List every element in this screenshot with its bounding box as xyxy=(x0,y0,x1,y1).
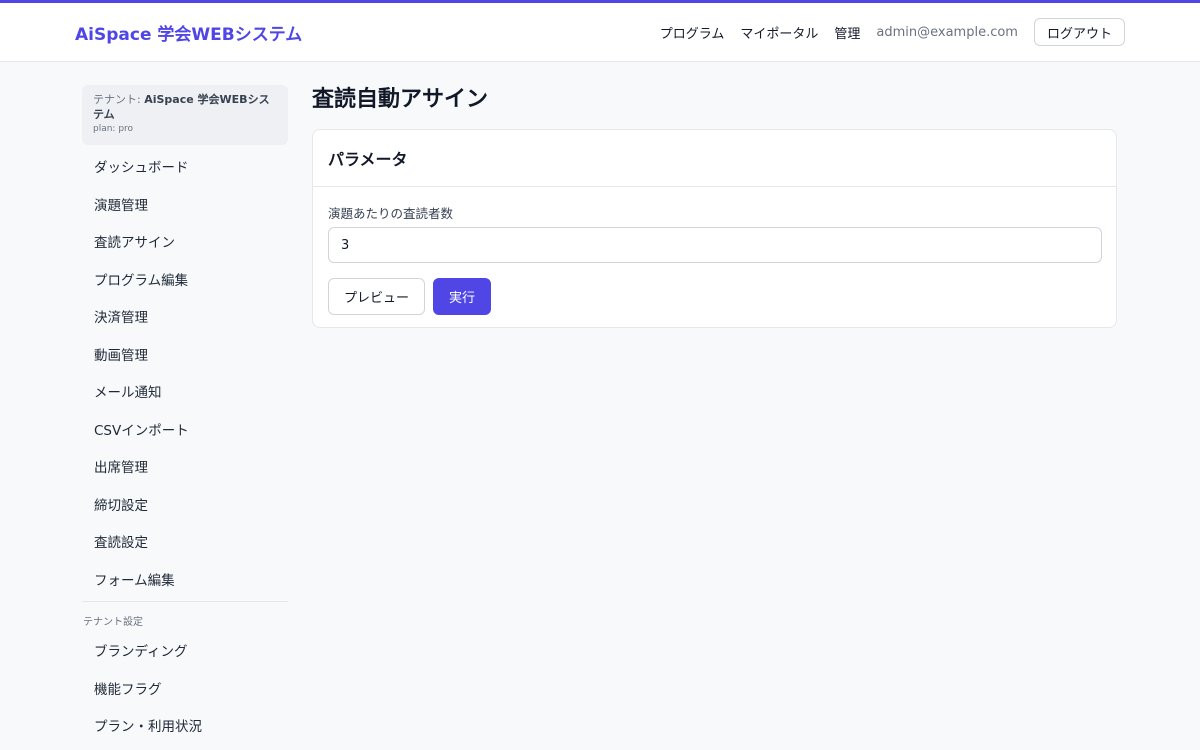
run-button[interactable]: 実行 xyxy=(433,278,492,315)
card-body: 演題あたりの査読者数 プレビュー 実行 xyxy=(313,187,1116,315)
sidebar-item-review-settings[interactable]: 査読設定 xyxy=(82,525,288,563)
sidebar-item-plan-usage[interactable]: プラン・利用状況 xyxy=(82,709,288,747)
sidebar-item-branding[interactable]: ブランディング xyxy=(82,634,288,672)
nav-my-portal-link[interactable]: マイポータル xyxy=(740,23,818,42)
reviewers-per-abstract-label: 演題あたりの査読者数 xyxy=(328,206,454,221)
sidebar-item-attendance[interactable]: 出席管理 xyxy=(82,450,288,488)
sidebar-item-videos[interactable]: 動画管理 xyxy=(82,338,288,376)
top-nav: プログラム マイポータル 管理 admin@example.com ログアウト xyxy=(660,18,1125,46)
sidebar-item-program-edit[interactable]: プログラム編集 xyxy=(82,263,288,301)
sidebar-section-label: テナント設定 xyxy=(83,617,143,628)
page-title: 査読自動アサイン xyxy=(312,87,489,112)
top-navbar: AiSpace 学会WEBシステム プログラム マイポータル 管理 admin@… xyxy=(0,0,1200,62)
tenant-info: テナント: AiSpace 学会WEBシステム plan: pro xyxy=(82,85,288,145)
card-header: パラメータ xyxy=(313,130,1116,187)
sidebar-nav: ダッシュボード 演題管理 査読アサイン プログラム編集 決済管理 動画管理 メー… xyxy=(82,150,288,600)
sidebar-item-form-editor[interactable]: フォーム編集 xyxy=(82,563,288,601)
nav-program-link[interactable]: プログラム xyxy=(660,23,725,42)
main-content: 査読自動アサイン パラメータ 演題あたりの査読者数 プレビュー 実行 xyxy=(312,85,1117,328)
sidebar-item-abstracts[interactable]: 演題管理 xyxy=(82,188,288,226)
brand-link[interactable]: AiSpace 学会WEBシステム xyxy=(75,20,302,45)
reviewers-per-abstract-input[interactable] xyxy=(328,227,1102,263)
user-email: admin@example.com xyxy=(876,24,1018,40)
preview-button[interactable]: プレビュー xyxy=(328,278,426,315)
tenant-prefix: テナント: xyxy=(93,93,141,106)
sidebar-item-csv-import[interactable]: CSVインポート xyxy=(82,413,288,451)
sidebar-item-review-assign[interactable]: 査読アサイン xyxy=(82,225,288,263)
sidebar: テナント: AiSpace 学会WEBシステム plan: pro ダッシュボー… xyxy=(82,85,288,747)
parameters-card: パラメータ 演題あたりの査読者数 プレビュー 実行 xyxy=(312,129,1117,328)
sidebar-item-dashboard[interactable]: ダッシュボード xyxy=(82,150,288,188)
sidebar-item-payments[interactable]: 決済管理 xyxy=(82,300,288,338)
sidebar-tenant-nav: ブランディング 機能フラグ プラン・利用状況 xyxy=(82,634,288,747)
sidebar-item-feature-flags[interactable]: 機能フラグ xyxy=(82,672,288,710)
nav-admin-link[interactable]: 管理 xyxy=(834,23,860,42)
sidebar-item-mail-notifications[interactable]: メール通知 xyxy=(82,375,288,413)
card-title: パラメータ xyxy=(328,150,408,169)
tenant-plan: plan: pro xyxy=(93,124,134,134)
sidebar-item-deadlines[interactable]: 締切設定 xyxy=(82,488,288,526)
tenant-line: テナント: AiSpace 学会WEBシステム xyxy=(93,92,277,122)
logout-button[interactable]: ログアウト xyxy=(1033,18,1125,46)
action-buttons: プレビュー 実行 xyxy=(328,278,1101,315)
